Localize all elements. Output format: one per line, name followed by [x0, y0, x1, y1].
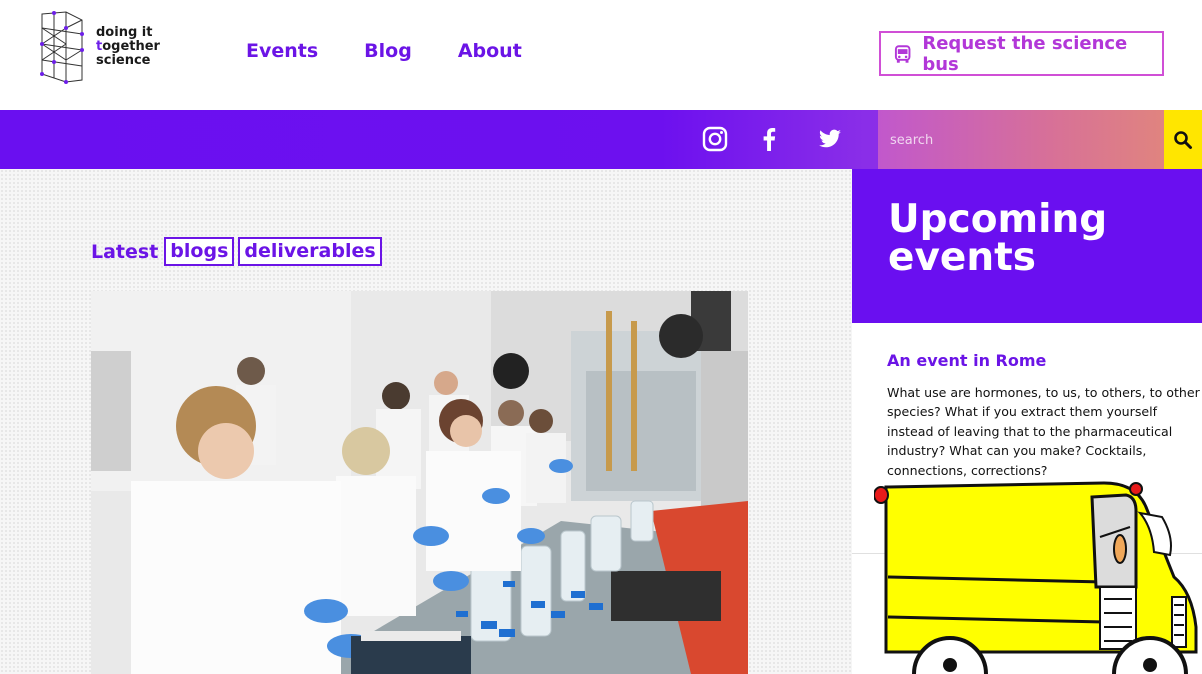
logo-line-3: science — [96, 53, 151, 68]
latest-label: Latest — [91, 240, 159, 263]
latest-filter: Latest blogs deliverables — [91, 237, 382, 266]
nav-item-events[interactable]: Events — [246, 40, 318, 62]
search-icon — [1174, 130, 1192, 149]
logo-mark-icon — [40, 11, 84, 84]
logo-line-2: together — [96, 40, 160, 54]
bus-icon — [894, 44, 911, 63]
upcoming-events-header: Upcoming events — [852, 169, 1202, 323]
facebook-link[interactable] — [752, 122, 786, 156]
upcoming-events-heading: Upcoming events — [888, 197, 1108, 280]
search-button[interactable] — [1164, 110, 1202, 169]
nav-item-about[interactable]: About — [458, 40, 522, 62]
featured-blog-image[interactable] — [91, 291, 748, 674]
upcoming-events-sidebar: Upcoming events An event in Rome What us… — [852, 169, 1202, 674]
event-description: What use are hormones, to us, to others,… — [887, 385, 1200, 478]
site-logo[interactable]: doing it together science — [36, 10, 176, 84]
facebook-icon — [763, 128, 776, 151]
twitter-icon — [819, 129, 841, 148]
main-nav: Events Blog About — [246, 40, 522, 62]
search-area — [878, 110, 1164, 169]
instagram-icon — [702, 126, 728, 152]
request-science-bus-button[interactable]: Request the science bus — [879, 31, 1164, 76]
search-input[interactable] — [890, 128, 1150, 152]
tab-blogs[interactable]: blogs — [164, 237, 235, 266]
nav-item-blog[interactable]: Blog — [364, 40, 412, 62]
tab-deliverables[interactable]: deliverables — [238, 237, 382, 266]
logo-line-1: doing it — [96, 25, 153, 40]
request-science-bus-label: Request the science bus — [922, 32, 1128, 75]
science-bus-illustration[interactable] — [874, 477, 1202, 674]
site-header: doing it together science Events Blog Ab… — [0, 0, 1202, 110]
instagram-link[interactable] — [698, 122, 732, 156]
social-search-bar — [0, 110, 1202, 169]
lab-workshop-photo — [91, 291, 748, 674]
logo-line-2-rest: ogether — [102, 39, 160, 54]
cartoon-bus-icon — [874, 481, 1198, 674]
twitter-link[interactable] — [813, 122, 847, 156]
event-title[interactable]: An event in Rome — [887, 351, 1046, 370]
main-content: Latest blogs deliverables — [0, 169, 852, 674]
logo-text: doing it together science — [96, 26, 160, 68]
